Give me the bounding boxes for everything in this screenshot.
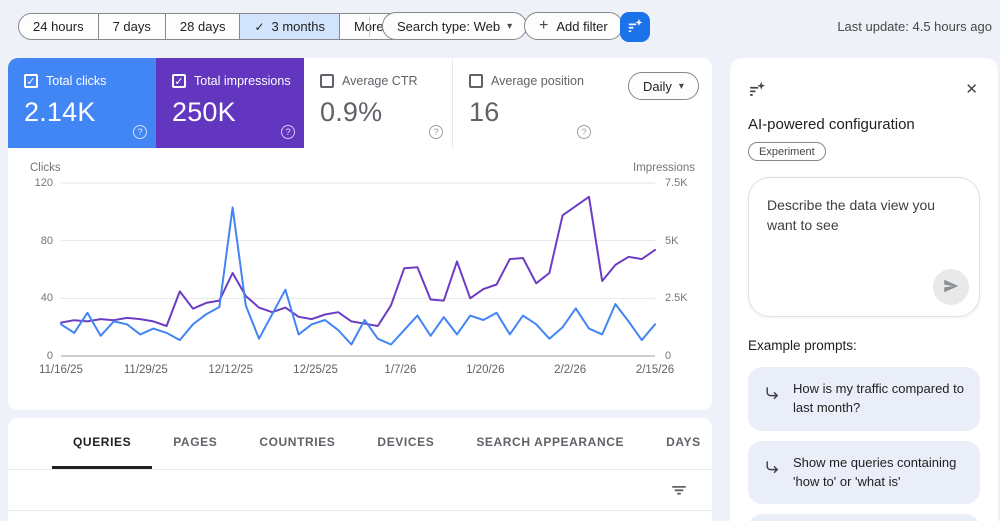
metric-label: Average CTR <box>342 74 418 88</box>
ai-sparkle-filter-icon <box>626 17 644 38</box>
help-icon: ? <box>281 125 295 139</box>
divider <box>369 17 370 37</box>
ai-sparkle-filter-icon <box>748 80 767 104</box>
metric-card-average-position[interactable]: Average position 16? <box>452 58 600 148</box>
series-line-total-clicks <box>61 208 655 345</box>
metric-value: 16 <box>469 97 586 128</box>
tab-countries[interactable]: COUNTRIES <box>238 418 356 469</box>
metric-head: Average position <box>469 74 586 88</box>
ai-panel: ✕ AI-powered configuration Experiment Ex… <box>730 58 998 521</box>
ai-panel-title: AI-powered configuration <box>748 116 980 133</box>
prompt-chip-2[interactable]: Show me queries containing 'how to' or '… <box>748 441 980 505</box>
metric-value: 0.9% <box>320 97 438 128</box>
topbar: 24 hours7 days28 days✓3 monthsMore▾ Sear… <box>0 0 1000 54</box>
y-axis-tick-left: 120 <box>8 177 53 189</box>
range-label: 3 months <box>272 19 325 34</box>
x-axis-tick: 1/20/26 <box>453 364 517 376</box>
tab-queries[interactable]: QUERIES <box>52 418 152 469</box>
metric-value: 2.14K <box>24 97 142 128</box>
close-icon[interactable]: ✕ <box>963 80 980 99</box>
ai-prompt-input[interactable] <box>749 178 979 270</box>
search-type-dropdown[interactable]: Search type: Web ▾ <box>382 12 527 40</box>
dimension-tabs: QUERIESPAGESCOUNTRIESDEVICESSEARCH APPEA… <box>8 418 712 470</box>
x-axis-tick: 12/25/25 <box>284 364 348 376</box>
metric-card-total-clicks[interactable]: ✓ Total clicks 2.14K? <box>8 58 156 148</box>
chevron-down-icon: ▾ <box>679 81 684 92</box>
x-axis-tick: 11/16/25 <box>29 364 93 376</box>
metric-head: Average CTR <box>320 74 438 88</box>
prompt-text: How is my traffic compared to last month… <box>793 380 968 418</box>
performance-card: ✓ Total clicks 2.14K? ✓ Total impressions 250… <box>8 58 712 410</box>
range-label: 24 hours <box>33 19 84 34</box>
prompt-chip-3[interactable]: What is my USA pages CTR last week? <box>748 514 980 521</box>
metric-card-average-ctr[interactable]: Average CTR 0.9%? <box>304 58 452 148</box>
metric-label: Total impressions <box>194 74 291 88</box>
right-axis-title: Impressions <box>592 162 695 174</box>
add-filter-button[interactable]: + Add filter <box>524 12 623 40</box>
experiment-badge: Experiment <box>748 142 826 161</box>
range-button-3-months[interactable]: ✓ 3 months <box>239 14 339 39</box>
ai-filter-button[interactable] <box>620 12 650 42</box>
x-axis-tick: 2/15/26 <box>623 364 687 376</box>
ai-input-box <box>748 177 980 317</box>
prompt-arrow-icon <box>764 460 780 481</box>
tab-days[interactable]: DAYS <box>645 418 712 469</box>
range-button-28-days[interactable]: 28 days <box>165 14 240 39</box>
help-icon: ? <box>429 125 443 139</box>
series-line-total-impressions <box>61 197 655 326</box>
last-update-text: Last update: 4.5 hours ago <box>837 19 992 34</box>
search-type-label: Search type: Web <box>397 19 500 34</box>
table-toolbar <box>8 470 712 511</box>
send-icon <box>942 277 960 298</box>
tab-devices[interactable]: DEVICES <box>356 418 455 469</box>
granularity-dropdown[interactable]: Daily ▾ <box>628 72 699 100</box>
add-filter-label: Add filter <box>556 19 607 34</box>
x-axis-tick: 12/12/25 <box>199 364 263 376</box>
filter-icon[interactable] <box>670 481 688 504</box>
metric-value: 250K <box>172 97 290 128</box>
range-label: 7 days <box>113 19 151 34</box>
prompt-text: Show me queries containing 'how to' or '… <box>793 454 968 492</box>
left-axis-title: Clicks <box>30 162 61 174</box>
metric-card-total-impressions[interactable]: ✓ Total impressions 250K? <box>156 58 304 148</box>
y-axis-tick-left: 0 <box>8 350 53 362</box>
checkbox-checked-icon: ✓ <box>24 74 38 88</box>
y-axis-tick-right: 5K <box>665 235 710 247</box>
y-axis-tick-right: 7.5K <box>665 177 710 189</box>
check-icon: ✓ <box>254 20 264 34</box>
help-icon: ? <box>577 125 591 139</box>
checkbox-unchecked-icon <box>469 74 483 88</box>
y-axis-tick-left: 40 <box>8 292 53 304</box>
metric-cards-row: ✓ Total clicks 2.14K? ✓ Total impressions 250… <box>8 58 602 148</box>
x-axis-tick: 11/29/25 <box>114 364 178 376</box>
metric-label: Total clicks <box>46 74 106 88</box>
date-range-group: 24 hours7 days28 days✓3 monthsMore▾ <box>18 13 416 40</box>
x-axis-tick: 2/2/26 <box>538 364 602 376</box>
example-prompts-heading: Example prompts: <box>748 338 980 353</box>
help-icon: ? <box>133 125 147 139</box>
example-prompts-list: How is my traffic compared to last month… <box>748 367 980 521</box>
y-axis-tick-right: 2.5K <box>665 292 710 304</box>
metric-label: Average position <box>491 74 584 88</box>
ai-panel-header: ✕ <box>748 80 980 104</box>
range-label: 28 days <box>180 19 226 34</box>
checkbox-unchecked-icon <box>320 74 334 88</box>
send-button[interactable] <box>933 269 969 305</box>
y-axis-tick-right: 0 <box>665 350 710 362</box>
metric-head: ✓ Total clicks <box>24 74 142 88</box>
x-axis-tick: 1/7/26 <box>368 364 432 376</box>
tab-pages[interactable]: PAGES <box>152 418 238 469</box>
chevron-down-icon: ▾ <box>507 21 512 32</box>
dimensions-card: QUERIESPAGESCOUNTRIESDEVICESSEARCH APPEA… <box>8 418 712 521</box>
y-axis-tick-left: 80 <box>8 235 53 247</box>
range-button-7-days[interactable]: 7 days <box>98 14 165 39</box>
prompt-chip-1[interactable]: How is my traffic compared to last month… <box>748 367 980 431</box>
granularity-label: Daily <box>643 79 672 94</box>
tab-search-appearance[interactable]: SEARCH APPEARANCE <box>455 418 645 469</box>
prompt-arrow-icon <box>764 386 780 407</box>
range-button-24-hours[interactable]: 24 hours <box>19 14 98 39</box>
plus-icon: + <box>539 17 548 35</box>
checkbox-checked-icon: ✓ <box>172 74 186 88</box>
metric-head: ✓ Total impressions <box>172 74 290 88</box>
